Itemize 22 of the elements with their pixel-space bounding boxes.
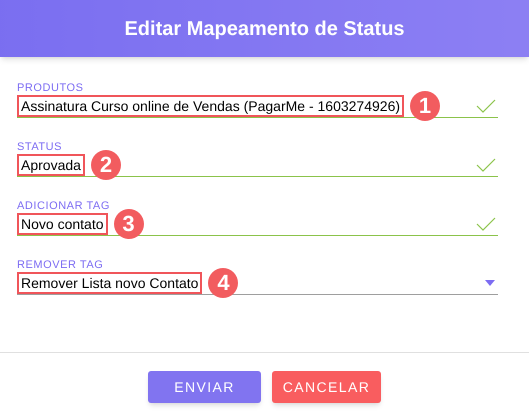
check-icon xyxy=(476,158,496,172)
check-icon xyxy=(476,99,496,113)
field-label: ADICIONAR TAG xyxy=(17,199,111,213)
callout-number: 2 xyxy=(90,150,121,180)
dialog-title: Editar Mapeamento de Status xyxy=(124,16,405,42)
field-value: Assinatura Curso online de Vendas (PagarMe - 1603274926) xyxy=(17,95,404,117)
form-field[interactable]: STATUS Aprovada 2 xyxy=(17,140,498,177)
field-label: PRODUTOS xyxy=(17,81,85,95)
form-field[interactable]: ADICIONAR TAG Novo contato 3 xyxy=(17,199,498,236)
dropdown-arrow-icon[interactable] xyxy=(485,280,495,286)
submit-button[interactable]: ENVIAR xyxy=(148,371,261,403)
field-value: Remover Lista novo Contato xyxy=(17,272,202,294)
check-icon xyxy=(476,217,496,231)
field-value: Novo contato xyxy=(17,213,108,235)
callout-number: 4 xyxy=(208,268,238,298)
form-field[interactable]: PRODUTOS Assinatura Curso online de Vendas (PagarMe - 1603274926) 1 xyxy=(17,81,498,118)
field-label: STATUS xyxy=(17,140,64,154)
field-value: Aprovada xyxy=(17,154,85,176)
callout-number: 1 xyxy=(410,91,440,121)
form-field[interactable]: REMOVER TAG Remover Lista novo Contato 4 xyxy=(17,258,498,295)
field-label: REMOVER TAG xyxy=(17,258,104,272)
callout-number: 3 xyxy=(114,209,144,239)
